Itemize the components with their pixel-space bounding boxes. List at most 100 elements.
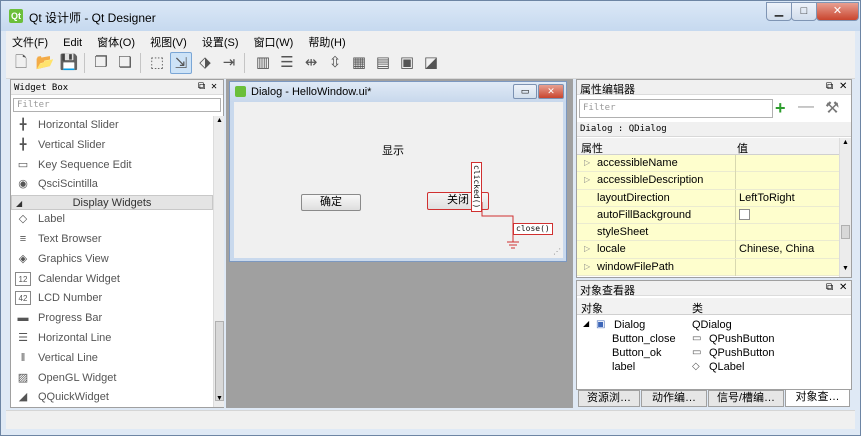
dock-close-icon[interactable]: ✕ [839, 282, 847, 293]
widget-item-vertical-line[interactable]: ‖ Vertical Line [11, 349, 213, 369]
dock-close-icon[interactable]: ✕ [211, 81, 217, 92]
object-row-button-ok[interactable]: Button_ok ▭ QPushButton [577, 347, 851, 361]
layout-horizontal-icon[interactable]: ▥ [252, 52, 274, 74]
widget-item-progress-bar[interactable]: ▬ Progress Bar [11, 309, 213, 329]
bring-to-front-icon[interactable]: ❏ [114, 52, 136, 74]
scroll-down-icon[interactable]: ▼ [216, 395, 223, 402]
send-to-back-icon[interactable]: ❐ [90, 52, 112, 74]
add-property-icon[interactable]: + [775, 98, 786, 119]
property-filter-input[interactable]: Filter [579, 99, 773, 118]
widget-item-key-sequence-edit[interactable]: ▭ Key Sequence Edit [11, 156, 213, 176]
edit-widgets-icon[interactable]: ⬚ [146, 52, 168, 74]
object-row-button-close[interactable]: Button_close ▭ QPushButton [577, 333, 851, 347]
tab-action-editor[interactable]: 动作编… [641, 390, 707, 407]
adjust-size-icon[interactable]: ◪ [420, 52, 442, 74]
tab-resource-browser[interactable]: 资源浏… [578, 390, 640, 407]
widget-box-panel: Widget Box ⧉ ✕ Filter ╋ Horizontal Slider… [10, 79, 224, 408]
property-row-style-sheet[interactable]: styleSheet [577, 224, 839, 242]
widget-item-calendar-widget[interactable]: 12 Calendar Widget [11, 270, 213, 290]
widget-item-horizontal-line[interactable]: ☰ Horizontal Line [11, 329, 213, 349]
property-row-accessible-name[interactable]: ▷ accessibleName [577, 155, 839, 173]
remove-property-icon[interactable]: — [798, 98, 814, 116]
dock-close-icon[interactable]: ✕ [839, 81, 847, 92]
new-file-icon[interactable]: 🗋 [10, 52, 32, 74]
form-window[interactable]: Dialog - HelloWindow.ui* ▭ ✕ 显示 确定 关闭 cl… [229, 81, 567, 262]
scrollbar-thumb[interactable] [215, 321, 224, 401]
size-grip-icon[interactable]: ⋰ [553, 247, 561, 256]
expand-arrow-icon[interactable]: ▷ [584, 262, 590, 271]
layout-form-icon[interactable]: ▤ [372, 52, 394, 74]
tab-object-inspector[interactable]: 对象查… [785, 390, 850, 407]
scroll-down-icon[interactable]: ▼ [842, 265, 849, 272]
auto-fill-checkbox[interactable] [739, 208, 750, 220]
dialog-canvas[interactable]: 显示 确定 关闭 clicked() close() ⋰ [234, 102, 563, 258]
layout-h-splitter-icon[interactable]: ⇹ [300, 52, 322, 74]
minimize-button[interactable]: ▁ [766, 2, 792, 21]
widget-box-scrollbar[interactable]: ▲ ▼ [213, 116, 224, 407]
form-close-button[interactable]: ✕ [538, 84, 564, 99]
scroll-up-icon[interactable]: ▲ [216, 117, 223, 124]
property-row-auto-fill-background[interactable]: autoFillBackground [577, 206, 839, 225]
graphics-view-icon: ◈ [18, 252, 28, 265]
break-layout-icon[interactable]: ▣ [396, 52, 418, 74]
expand-arrow-icon[interactable]: ▷ [584, 158, 590, 167]
signal-clicked-label[interactable]: clicked() [471, 162, 482, 212]
expand-arrow-icon[interactable]: ▷ [584, 175, 590, 184]
collapse-triangle-icon[interactable]: ◢ [583, 319, 589, 328]
tab-signal-slot-editor[interactable]: 信号/槽编… [708, 390, 784, 407]
opengl-icon: ▨ [17, 371, 29, 384]
menu-form[interactable]: 窗体(O) [91, 31, 141, 50]
property-row-locale[interactable]: ▷ locale Chinese, China [577, 241, 839, 259]
save-icon[interactable]: 💾 [58, 52, 80, 74]
close-button[interactable]: ✕ [816, 2, 859, 21]
menu-help[interactable]: 帮助(H) [302, 31, 351, 50]
widget-filter-input[interactable]: Filter [13, 98, 221, 112]
edit-signals-slots-icon[interactable]: ⇲ [170, 52, 192, 74]
maximize-button[interactable]: □ [791, 2, 817, 21]
float-icon[interactable]: ⧉ [826, 81, 833, 92]
property-row-window-file-path[interactable]: ▷ windowFilePath [577, 258, 839, 277]
qquick-icon: ◢ [18, 391, 28, 404]
display-label[interactable]: 显示 [382, 142, 404, 158]
object-row-label[interactable]: label ◇ QLabel [577, 361, 851, 375]
widget-item-opengl-widget[interactable]: ▨ OpenGL Widget [11, 369, 213, 389]
menu-view[interactable]: 视图(V) [144, 31, 193, 50]
widget-item-label[interactable]: ◇ Label [11, 210, 213, 230]
menu-edit[interactable]: Edit [57, 34, 88, 49]
form-title: Dialog - HelloWindow.ui* [251, 86, 372, 98]
form-minimize-button[interactable]: ▭ [513, 84, 537, 99]
qsci-icon: ◉ [18, 178, 28, 191]
menu-window[interactable]: 窗口(W) [248, 31, 300, 50]
property-row-layout-direction[interactable]: layoutDirection LeftToRight [577, 189, 839, 207]
scrollbar-thumb[interactable] [841, 225, 850, 239]
widget-item-qsciscintilla[interactable]: ◉ QsciScintilla [11, 175, 213, 195]
configure-wrench-icon[interactable]: ⚒ [825, 98, 839, 118]
menu-settings[interactable]: 设置(S) [196, 31, 245, 50]
widget-item-vertical-slider[interactable]: ╋ Vertical Slider [11, 136, 213, 156]
edit-tab-order-icon[interactable]: ⇥ [218, 52, 240, 74]
property-scrollbar[interactable]: ▲ ▼ [839, 138, 851, 277]
edit-buddies-icon[interactable]: ⬗ [194, 52, 216, 74]
qt-form-icon [235, 86, 246, 97]
widget-item-qquickwidget[interactable]: ◢ QQuickWidget [11, 388, 213, 408]
open-folder-icon[interactable]: 📂 [34, 52, 56, 74]
float-icon[interactable]: ⧉ [826, 282, 833, 293]
widget-item-graphics-view[interactable]: ◈ Graphics View [11, 250, 213, 270]
ok-button[interactable]: 确定 [301, 194, 361, 211]
slot-close-label[interactable]: close() [513, 223, 553, 235]
calendar-icon: 12 [15, 271, 31, 286]
widget-item-lcd-number[interactable]: 42 LCD Number [11, 289, 213, 309]
widget-item-horizontal-slider[interactable]: ╋ Horizontal Slider [11, 116, 213, 136]
menu-file[interactable]: 文件(F) [6, 31, 54, 50]
layout-vertical-icon[interactable]: ☰ [276, 52, 298, 74]
layout-grid-icon[interactable]: ▦ [348, 52, 370, 74]
layout-v-splitter-icon[interactable]: ⇳ [324, 52, 346, 74]
expand-arrow-icon[interactable]: ▷ [584, 244, 590, 253]
object-row-dialog[interactable]: ◢ ▣ Dialog QDialog [577, 319, 851, 333]
property-row-accessible-description[interactable]: ▷ accessibleDescription [577, 172, 839, 190]
scroll-up-icon[interactable]: ▲ [842, 139, 849, 146]
property-editor-panel: 属性编辑器 ⧉ ✕ Filter + — ⚒ Dialog : QDialog … [576, 79, 852, 278]
widget-item-text-browser[interactable]: ≡ Text Browser [11, 230, 213, 250]
category-display-widgets[interactable]: ◢ Display Widgets [11, 195, 213, 211]
float-icon[interactable]: ⧉ [198, 81, 205, 92]
